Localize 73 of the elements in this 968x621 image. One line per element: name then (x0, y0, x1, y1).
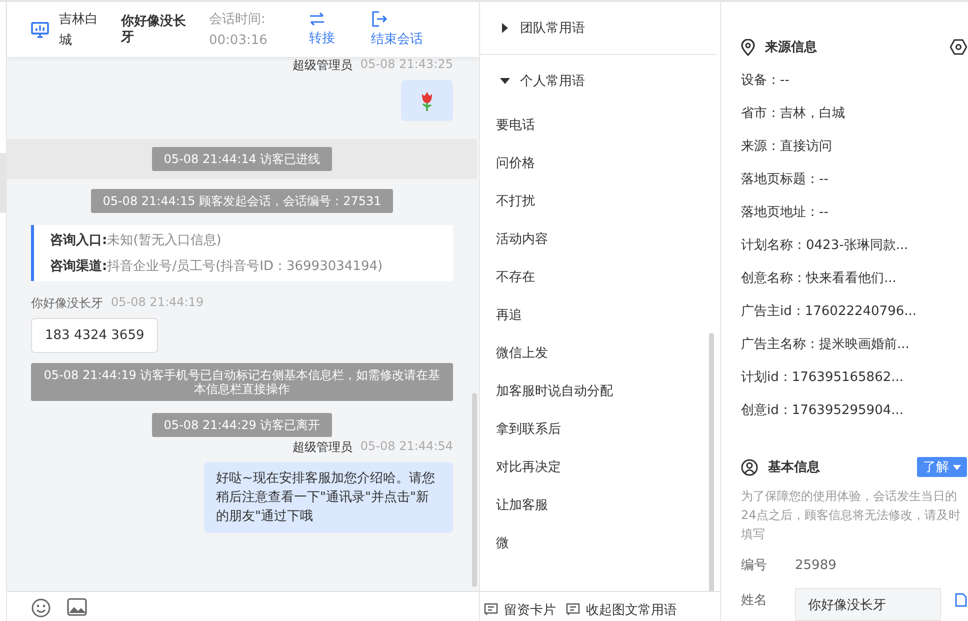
caret-down-icon (953, 464, 961, 470)
section-title: 来源信息 (765, 39, 818, 56)
location-icon (741, 38, 755, 56)
field-label: 编号 (741, 557, 768, 574)
field-value: 25989 (795, 558, 836, 572)
caret-down-icon (500, 76, 510, 86)
transfer-button[interactable]: 转接 (309, 12, 335, 47)
phrase-item[interactable]: 让加客服 (480, 487, 720, 525)
sender-name: 超级管理员 (292, 439, 352, 456)
phrase-item[interactable]: 微 (480, 525, 720, 563)
message-icon (484, 603, 498, 616)
footer-button[interactable]: 留资卡片 (484, 598, 556, 621)
caret-right-icon (500, 23, 510, 33)
duration-value: 00:03:16 (209, 32, 268, 50)
card-value: 未知(暂无入口信息) (107, 232, 222, 249)
info-row-text: 来源：直接访问 (741, 138, 833, 156)
sender-name: 超级管理员 (292, 57, 352, 74)
card-value: 抖音企业号/员工号(抖音号ID：36993034194) (107, 258, 383, 275)
info-row-text: 计划名称：0423-张琳同款... (741, 237, 910, 255)
message-bubble: 183 4324 3659 (31, 318, 158, 353)
image-icon[interactable] (67, 598, 87, 616)
scrollbar[interactable] (472, 393, 477, 587)
footer-button[interactable]: 收起图文常用语 (566, 598, 677, 621)
monitor-icon (31, 22, 49, 38)
end-session-button[interactable]: 结束会话 (371, 11, 423, 48)
name-input[interactable]: 你好像没长牙 (795, 588, 941, 621)
message-bubble: 好哒~现在安排客服加您介绍哈。请您稍后注意查看一下"通讯录"并点击"新的朋友"通过下哦 (204, 462, 453, 533)
phrase-item[interactable]: 要电话 (480, 107, 720, 145)
info-row-text: 落地页标题：-- (741, 171, 830, 189)
info-row-text: 广告主名称：提米映画婚前... (741, 336, 910, 354)
info-row-text: 设备：-- (741, 72, 790, 90)
visitor-location: 吉林白城 (59, 10, 99, 50)
message-time: 05-08 21:44:19 (111, 295, 204, 311)
settings-icon[interactable] (950, 39, 967, 55)
phrase-item[interactable]: 问价格 (480, 145, 720, 183)
info-row-text: 创意id：176395295904... (741, 402, 905, 420)
phrase-item[interactable]: 加客服时说自动分配 (480, 373, 720, 411)
scrollbar[interactable] (709, 333, 714, 591)
duration-label: 会话时间: (209, 10, 266, 28)
phrase-group[interactable]: 团队常用语 (480, 2, 716, 55)
phrase-item[interactable]: 不存在 (480, 259, 720, 297)
phrase-item[interactable]: 微信上发 (480, 335, 720, 373)
system-notice: 05-08 21:44:19 访客手机号已自动标记右侧基本信息栏，如需修改请在基本信息栏直接操作 (31, 363, 453, 401)
info-row-text: 落地页地址：-- (741, 204, 830, 222)
message-time: 05-08 21:44:54 (360, 439, 453, 455)
exit-icon (371, 11, 387, 27)
visitor-name: 你好像没长牙 (121, 14, 187, 46)
system-notice: 05-08 21:44:14 访客已进线 (152, 147, 332, 171)
section-title: 基本信息 (768, 459, 821, 476)
system-notice: 05-08 21:44:15 顾客发起会话，会话编号：27531 (90, 189, 394, 213)
info-row-text: 计划id：176395165862... (741, 369, 905, 387)
flower-icon (420, 90, 434, 112)
info-row-text: 省市：吉林，白城 (741, 105, 846, 123)
sender-name: 你好像没长牙 (31, 295, 103, 312)
copy-icon[interactable] (955, 592, 967, 606)
phrase-item[interactable]: 不打扰 (480, 183, 720, 221)
message-icon (566, 603, 580, 616)
notice-text: 为了保障您的使用体验，会话发生当日的24点之后，顾客信息将无法修改，请及时填写 (741, 488, 962, 543)
user-icon (741, 458, 758, 476)
emoji-icon[interactable] (31, 598, 51, 618)
info-row-text: 广告主id：176022240796... (741, 303, 918, 321)
phrase-item[interactable]: 活动内容 (480, 221, 720, 259)
system-notice: 05-08 21:44:29 访客已离开 (152, 413, 332, 437)
phrase-item[interactable]: 拿到联系后 (480, 411, 720, 449)
info-row-text: 创意名称：快来看看他们... (741, 270, 898, 288)
message-time: 05-08 21:43:25 (360, 57, 453, 73)
card-label: 咨询渠道: (50, 258, 108, 275)
phrase-item[interactable]: 对比再决定 (480, 449, 720, 487)
card-label: 咨询入口: (50, 232, 108, 249)
field-label: 姓名 (741, 592, 768, 608)
swap-arrows-icon (309, 12, 325, 26)
phrase-group[interactable]: 个人常用语 (480, 59, 720, 103)
phrase-item[interactable]: 再追 (480, 297, 720, 335)
